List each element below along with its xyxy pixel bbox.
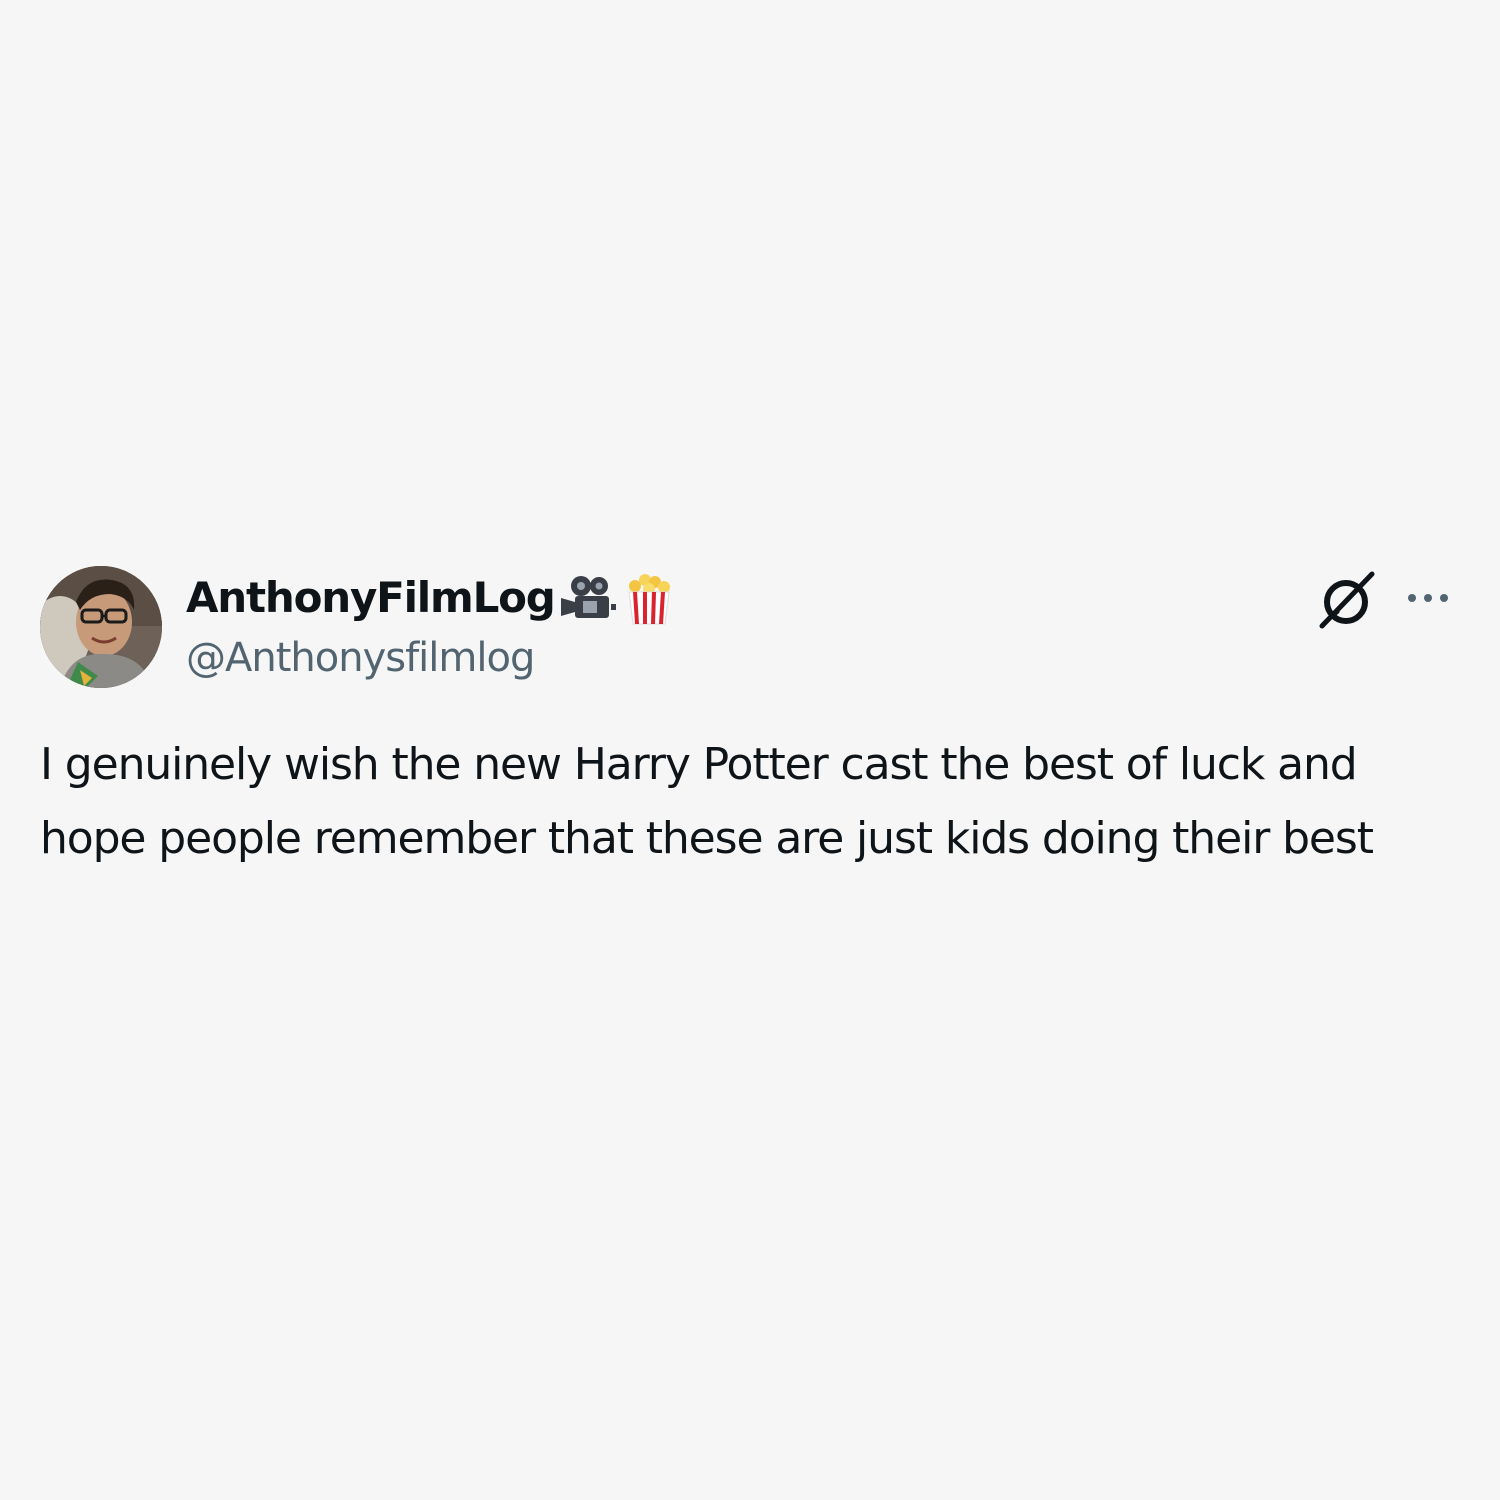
tweet-text: I genuinely wish the new Harry Potter ca… — [40, 739, 1374, 864]
movie-camera-icon — [559, 570, 617, 626]
tweet-card: AnthonyFilmLog @Anthonysfilmlog I genuin… — [40, 566, 1460, 864]
avatar[interactable] — [40, 566, 162, 688]
tweet-header: AnthonyFilmLog @Anthonysfilmlog — [40, 566, 1460, 690]
popcorn-icon — [621, 570, 677, 626]
display-name[interactable]: AnthonyFilmLog — [186, 568, 556, 628]
more-options-icon[interactable] — [1404, 586, 1452, 610]
display-name-row: AnthonyFilmLog — [186, 568, 677, 628]
author-names: AnthonyFilmLog @Anthonysfilmlog — [186, 568, 677, 688]
grok-icon[interactable] — [1318, 570, 1378, 630]
handle[interactable]: @Anthonysfilmlog — [186, 628, 677, 688]
